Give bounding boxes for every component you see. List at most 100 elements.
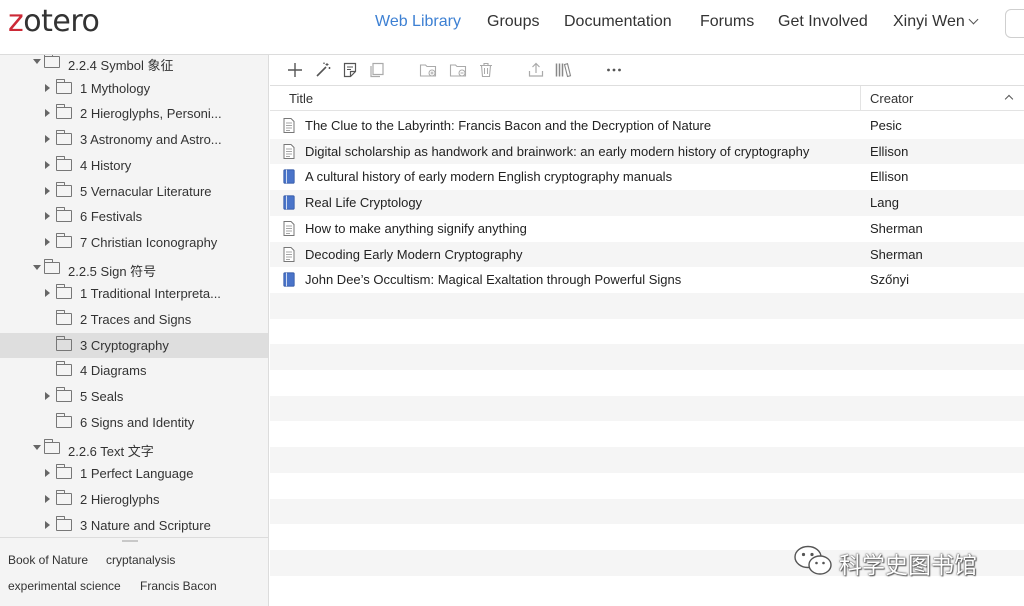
tag-item[interactable]: Francis Bacon xyxy=(140,579,217,593)
collection-label: 1 Mythology xyxy=(80,80,151,96)
table-row[interactable]: John Dee’s Occultism: Magical Exaltation… xyxy=(270,267,1024,293)
twisty-collapsed-icon[interactable] xyxy=(45,237,50,246)
table-row[interactable]: The Clue to the Labyrinth: Francis Bacon… xyxy=(270,113,1024,139)
search-input[interactable] xyxy=(1005,9,1024,38)
table-row[interactable]: Digital scholarship as handwork and brai… xyxy=(270,138,1024,165)
folder-icon xyxy=(55,310,72,325)
cell-title: The Clue to the Labyrinth: Francis Bacon… xyxy=(305,118,712,133)
document-icon xyxy=(283,220,295,236)
table-row[interactable]: How to make anything signify anything She… xyxy=(270,216,1024,242)
twisty-collapsed-icon[interactable] xyxy=(45,83,50,92)
collection-item[interactable]: 2.2.6 Text 文字 xyxy=(0,436,268,462)
nav-groups[interactable]: Groups xyxy=(487,13,539,31)
twisty-collapsed-icon[interactable] xyxy=(45,469,50,478)
chevron-down-icon xyxy=(968,14,979,25)
cell-creator: Ellison xyxy=(870,143,909,159)
nav-forums[interactable]: Forums xyxy=(700,13,754,31)
twisty-collapsed-icon[interactable] xyxy=(45,160,50,169)
collection-item[interactable]: 1 Mythology xyxy=(0,76,268,102)
document-icon xyxy=(283,118,295,133)
empty-row xyxy=(270,421,1024,447)
more-icon[interactable] xyxy=(605,61,623,79)
table-row[interactable]: Real Life Cryptology Lang xyxy=(270,190,1024,216)
items-table-body: The Clue to the Labyrinth: Francis Bacon… xyxy=(270,113,1024,606)
collection-item[interactable]: 4 History xyxy=(0,153,268,179)
collection-label: 2 Hieroglyphs xyxy=(80,491,160,507)
collection-label: 2.2.6 Text 文字 xyxy=(68,443,154,459)
nav-documentation[interactable]: Documentation xyxy=(564,13,672,31)
folder-icon xyxy=(55,387,72,403)
column-header-creator[interactable]: Creator xyxy=(870,91,913,106)
tag-item[interactable]: Book of Nature xyxy=(8,553,88,567)
collection-item[interactable]: 5 Vernacular Literature xyxy=(0,179,268,205)
table-row[interactable]: A cultural history of early modern Engli… xyxy=(270,164,1024,190)
collection-item[interactable]: 3 Nature and Scripture xyxy=(0,513,268,537)
collection-item[interactable]: 2.2.5 Sign 符号 xyxy=(0,256,268,282)
twisty-collapsed-icon[interactable] xyxy=(45,289,50,298)
table-row[interactable]: Decoding Early Modern Cryptography Sherma… xyxy=(270,241,1024,268)
empty-row xyxy=(270,473,1024,499)
empty-row xyxy=(270,344,1024,370)
twisty-expanded-icon[interactable] xyxy=(33,59,41,64)
twisty-collapsed-icon[interactable] xyxy=(45,186,50,195)
document-icon xyxy=(283,143,295,159)
duplicate-icon[interactable] xyxy=(368,61,386,79)
cell-title: How to make anything signify anything xyxy=(305,220,527,236)
twisty-collapsed-icon[interactable] xyxy=(45,135,50,144)
column-resize-handle[interactable] xyxy=(860,86,861,111)
collection-label: 2.2.5 Sign 符号 xyxy=(68,263,157,279)
twisty-expanded-icon[interactable] xyxy=(33,264,41,270)
collection-label: 6 Festivals xyxy=(80,209,143,225)
magic-wand-icon[interactable] xyxy=(314,61,332,79)
folder-icon xyxy=(55,412,72,428)
collection-label: 5 Seals xyxy=(80,389,124,405)
folder-icon xyxy=(55,155,72,171)
collection-item[interactable]: 1 Perfect Language xyxy=(0,461,268,487)
collection-item[interactable]: 5 Seals xyxy=(0,384,268,410)
collection-label: 6 Signs and Identity xyxy=(80,414,195,430)
tag-item[interactable]: cryptanalysis xyxy=(106,553,175,567)
collection-label: 3 Nature and Scripture xyxy=(80,517,211,533)
collection-label: 2 Traces and Signs xyxy=(80,312,192,327)
trash-icon[interactable] xyxy=(477,61,495,79)
collection-item[interactable]: 4 Diagrams xyxy=(0,358,268,384)
library-icon[interactable] xyxy=(554,61,572,79)
nav-get-involved[interactable]: Get Involved xyxy=(778,13,868,31)
tag-item[interactable]: experimental science xyxy=(8,579,121,593)
twisty-collapsed-icon[interactable] xyxy=(45,212,50,221)
folder-icon xyxy=(43,438,60,454)
collection-item[interactable]: 2 Traces and Signs xyxy=(0,307,268,333)
collection-item[interactable]: 6 Signs and Identity xyxy=(0,410,268,436)
collection-item[interactable]: 2 Hieroglyphs xyxy=(0,487,268,513)
zotero-logo[interactable]: zotero xyxy=(8,4,100,39)
twisty-collapsed-icon[interactable] xyxy=(45,392,50,401)
sort-ascending-icon[interactable] xyxy=(1004,94,1014,104)
folder-icon xyxy=(55,361,72,377)
collection-item[interactable]: 2 Hieroglyphs, Personi... xyxy=(0,101,268,127)
new-note-icon[interactable] xyxy=(341,61,359,79)
collection-item[interactable]: 6 Festivals xyxy=(0,204,268,230)
nav-web-library[interactable]: Web Library xyxy=(375,13,461,31)
add-to-collection-icon[interactable] xyxy=(419,61,437,79)
folder-icon xyxy=(55,130,72,146)
twisty-collapsed-icon[interactable] xyxy=(45,109,50,118)
export-icon[interactable] xyxy=(527,61,545,79)
top-header: zotero Web Library Groups Documentation … xyxy=(0,0,1024,55)
twisty-collapsed-icon[interactable] xyxy=(45,520,50,529)
twisty-collapsed-icon[interactable] xyxy=(45,494,50,503)
add-icon[interactable] xyxy=(286,61,304,79)
collection-item[interactable]: 1 Traditional Interpreta... xyxy=(0,281,268,307)
resize-grip[interactable] xyxy=(122,540,138,542)
collection-item[interactable]: 2.2.4 Symbol 象征 xyxy=(0,55,268,76)
cell-title: Digital scholarship as handwork and brai… xyxy=(305,143,810,159)
logo-rest: otero xyxy=(23,4,100,39)
collection-item[interactable]: 7 Christian Iconography xyxy=(0,230,268,256)
collection-item[interactable]: 3 Astronomy and Astro... xyxy=(0,127,268,153)
user-menu[interactable]: Xinyi Wen xyxy=(893,13,979,31)
items-toolbar xyxy=(270,55,1024,86)
collection-item[interactable]: 3 Cryptography xyxy=(0,332,268,359)
remove-from-collection-icon[interactable] xyxy=(449,61,467,79)
folder-icon xyxy=(55,232,72,248)
twisty-expanded-icon[interactable] xyxy=(33,444,41,450)
column-header-title[interactable]: Title xyxy=(289,91,313,106)
